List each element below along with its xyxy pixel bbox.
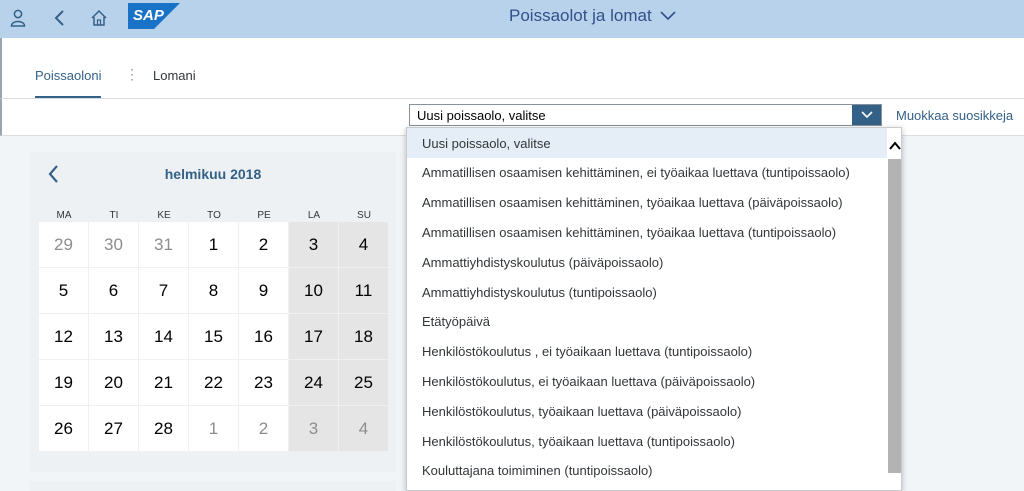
calendar-day[interactable]: 2 <box>239 406 288 451</box>
calendar-day[interactable]: 1 <box>189 406 238 451</box>
calendar-day[interactable]: 28 <box>139 406 188 451</box>
calendar-footer-strip <box>30 481 396 491</box>
calendar-month-title[interactable]: helmikuu 2018 <box>30 166 396 182</box>
tab-lomani[interactable]: Lomani <box>153 68 196 83</box>
calendar-day[interactable]: 22 <box>189 360 238 405</box>
dropdown-option[interactable]: Henkilöstökoulutus, työaikaan luettava (… <box>407 426 887 456</box>
edit-favorites-link[interactable]: Muokkaa suosikkeja <box>896 108 1013 123</box>
calendar-day[interactable]: 1 <box>189 222 238 267</box>
calendar-day[interactable]: 26 <box>39 406 88 451</box>
calendar-day[interactable]: 24 <box>289 360 338 405</box>
calendar-day[interactable]: 4 <box>339 406 388 451</box>
calendar-day[interactable]: 8 <box>189 268 238 313</box>
dropdown-option[interactable]: Ammatillisen osaamisen kehittäminen, työ… <box>407 217 887 247</box>
calendar-day[interactable]: 21 <box>139 360 188 405</box>
calendar-day[interactable]: 13 <box>89 314 138 359</box>
calendar-day[interactable]: 17 <box>289 314 338 359</box>
back-icon[interactable] <box>46 5 72 31</box>
dropdown-option[interactable]: Ammatillisen osaamisen kehittäminen, ei … <box>407 158 887 188</box>
user-icon[interactable] <box>5 5 31 31</box>
weekday-header: SU <box>357 210 371 221</box>
chevron-down-icon <box>660 11 676 21</box>
weekday-header: MA <box>56 210 72 221</box>
calendar-day[interactable]: 31 <box>139 222 188 267</box>
overflow-dots-icon[interactable]: ⋮ <box>125 67 139 81</box>
calendar-day[interactable]: 23 <box>239 360 288 405</box>
calendar-day[interactable]: 20 <box>89 360 138 405</box>
calendar-day[interactable]: 11 <box>339 268 388 313</box>
calendar-day[interactable]: 25 <box>339 360 388 405</box>
dropdown-option[interactable]: Kouluttajana toimiminen (tuntipoissaolo) <box>407 456 887 486</box>
weekday-header: TI <box>109 210 119 221</box>
app-title-menu[interactable]: Poissaolot ja lomat <box>509 6 676 26</box>
calendar-day[interactable]: 30 <box>89 222 138 267</box>
calendar-day[interactable]: 19 <box>39 360 88 405</box>
weekday-header: PE <box>257 210 271 221</box>
calendar-day[interactable]: 14 <box>139 314 188 359</box>
calendar-day[interactable]: 7 <box>139 268 188 313</box>
absence-type-dropdown-list: Uusi poissaolo, valitse Ammatillisen osaa… <box>406 127 902 491</box>
absence-type-select-value: Uusi poissaolo, valitse <box>417 108 546 123</box>
calendar-day[interactable]: 15 <box>189 314 238 359</box>
active-tab-indicator <box>35 96 101 98</box>
calendar-day[interactable]: 4 <box>339 222 388 267</box>
weekday-header: KE <box>157 210 171 221</box>
calendar-day[interactable]: 5 <box>39 268 88 313</box>
shell-header: SAP Poissaolot ja lomat <box>0 0 1024 38</box>
dropdown-option[interactable]: Henkilöstökoulutus, ei työaikaan luettav… <box>407 366 887 396</box>
tab-bar: Poissaoloni ⋮ Lomani <box>0 38 1024 99</box>
weekday-header: TO <box>207 210 221 221</box>
calendar-day[interactable]: 9 <box>239 268 288 313</box>
absence-type-select[interactable]: Uusi poissaolo, valitse <box>409 104 882 126</box>
scroll-up-icon[interactable] <box>888 138 901 154</box>
calendar-day[interactable]: 12 <box>39 314 88 359</box>
calendar-day[interactable]: 3 <box>289 406 338 451</box>
home-icon[interactable] <box>86 5 112 31</box>
calendar-day[interactable]: 10 <box>289 268 338 313</box>
calendar-day[interactable]: 2 <box>239 222 288 267</box>
calendar-day[interactable]: 16 <box>239 314 288 359</box>
dropdown-option[interactable]: Ammatillisen osaamisen kehittäminen, työ… <box>407 188 887 218</box>
calendar-day[interactable]: 29 <box>39 222 88 267</box>
dropdown-option[interactable]: Uusi poissaolo, valitse <box>407 128 887 158</box>
sap-logo-text: SAP <box>133 7 164 24</box>
chevron-down-icon <box>860 111 873 119</box>
dropdown-option[interactable]: Ammattiyhdistyskoulutus (tuntipoissaolo) <box>407 277 887 307</box>
calendar-day[interactable]: 18 <box>339 314 388 359</box>
sap-logo[interactable]: SAP <box>128 3 180 29</box>
dropdown-option[interactable]: Ammattiyhdistyskoulutus (päiväpoissaolo) <box>407 247 887 277</box>
tab-poissaoloni[interactable]: Poissaoloni <box>35 68 102 83</box>
weekday-header: LA <box>307 210 321 221</box>
select-dropdown-button[interactable] <box>852 105 881 125</box>
dropdown-option[interactable]: Henkilöstökoulutus, työaikaan luettava (… <box>407 396 887 426</box>
app-title: Poissaolot ja lomat <box>509 6 652 25</box>
calendar-day[interactable]: 27 <box>89 406 138 451</box>
calendar-day[interactable]: 3 <box>289 222 338 267</box>
dropdown-option[interactable]: Etätyöpäivä <box>407 307 887 337</box>
calendar: helmikuu 2018 MA TI KE TO PE LA SU 29 30 31 1 2 3 4 5… <box>30 152 396 472</box>
calendar-day[interactable]: 6 <box>89 268 138 313</box>
scrollbar-thumb[interactable] <box>888 159 901 473</box>
dropdown-option[interactable]: Henkilöstökoulutus , ei työaikaan luetta… <box>407 337 887 367</box>
